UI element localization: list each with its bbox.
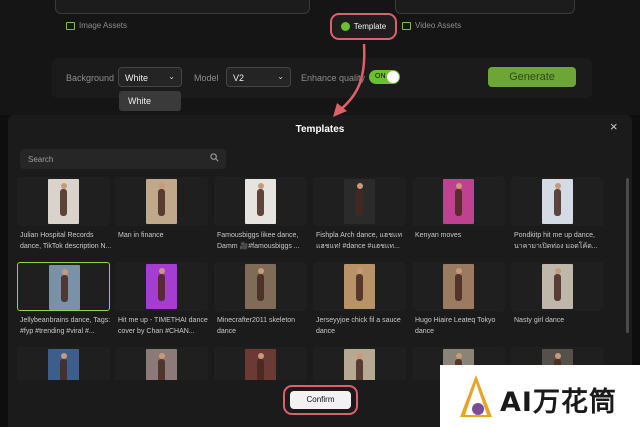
model-value: V2 <box>233 73 245 83</box>
kaleidoscope-logo-icon <box>460 375 492 417</box>
template-button[interactable]: Template <box>330 13 397 40</box>
dancer-figure <box>554 274 561 301</box>
dancer-figure <box>455 274 462 301</box>
dancer-figure <box>455 189 462 216</box>
chevron-down-icon: ⌄ <box>277 72 284 81</box>
template-thumbnail <box>511 177 604 226</box>
template-caption: Jellybeanbrains dance, Tags: #fyp #trend… <box>20 317 111 335</box>
generate-button[interactable]: Generate <box>488 67 576 87</box>
template-thumbnail <box>214 177 307 226</box>
template-caption: Minecrafter2011 skeleton dance <box>217 317 296 335</box>
template-thumbnail <box>115 262 208 311</box>
dancer-figure <box>356 189 363 216</box>
dancer-figure <box>257 189 264 216</box>
template-thumbnail <box>17 177 110 226</box>
confirm-button[interactable]: Confirm <box>283 385 358 415</box>
template-caption: Hugo Hiaire Leateq Tokyo dance <box>415 317 496 335</box>
background-select[interactable]: White ⌄ <box>118 67 182 87</box>
editor-panel: Image Assets Template Video Assets Backg… <box>0 0 640 115</box>
template-caption: Hit me up - TIMETHAI dance cover by Chan… <box>118 317 208 335</box>
template-thumbnail <box>17 262 110 311</box>
image-upload-box[interactable] <box>55 0 310 14</box>
background-label: Background <box>66 73 115 83</box>
enhance-quality-label: Enhance quality <box>301 73 366 83</box>
template-thumbnail <box>412 177 505 226</box>
background-option-white[interactable]: White <box>119 91 181 111</box>
chevron-down-icon: ⌄ <box>168 72 175 81</box>
video-assets-tab[interactable]: Video Assets <box>402 21 461 30</box>
template-thumbnail <box>313 262 406 311</box>
template-label: Template <box>353 22 387 31</box>
folder-icon <box>66 21 75 30</box>
template-caption: Kenyan moves <box>415 232 462 239</box>
video-assets-label: Video Assets <box>415 21 462 30</box>
dancer-figure <box>158 189 165 216</box>
folder-icon <box>402 21 411 30</box>
dancer-figure <box>158 274 165 301</box>
template-icon <box>340 22 350 31</box>
enhance-quality-toggle[interactable]: ON <box>369 70 400 84</box>
model-label: Model <box>194 73 219 83</box>
template-caption: Fishpla Arch dance, แฮชแท แฮชแท! #dance … <box>316 232 403 250</box>
scrollbar[interactable] <box>626 178 629 333</box>
toggle-knob <box>387 71 399 83</box>
watermark-text: AI万花筒 <box>500 387 617 418</box>
search-placeholder: Search <box>28 155 54 164</box>
dancer-figure <box>356 274 363 301</box>
image-assets-label: Image Assets <box>79 21 128 30</box>
template-thumbnail <box>511 262 604 311</box>
watermark-logo: AI万花筒 <box>440 365 640 427</box>
template-thumbnail <box>313 177 406 226</box>
search-input[interactable]: Search <box>20 149 226 169</box>
background-value: White <box>125 73 149 83</box>
image-assets-tab[interactable]: Image Assets <box>66 21 127 30</box>
dancer-figure <box>61 275 68 302</box>
template-thumbnail <box>115 177 208 226</box>
modal-title: Templates <box>295 124 345 135</box>
model-select[interactable]: V2 ⌄ <box>226 67 291 87</box>
template-thumbnail <box>214 262 307 311</box>
template-caption: Jerseyyjoe chick fil a sauce dance <box>316 317 401 335</box>
confirm-label: Confirm <box>290 391 351 409</box>
toggle-state-text: ON <box>375 73 386 80</box>
template-thumbnail <box>412 262 505 311</box>
search-icon <box>210 153 219 162</box>
dancer-figure <box>60 189 67 216</box>
template-caption: Famousbiggs likee dance, Damm 🎥#famousbi… <box>217 232 300 250</box>
close-icon[interactable]: × <box>610 119 618 134</box>
dancer-figure <box>554 189 561 216</box>
dancer-figure <box>257 274 264 301</box>
template-caption: Pondkitp hit me up dance, นาคามาเปิดท่อง… <box>514 232 598 250</box>
template-caption: Julian Hospital Records dance, TikTok de… <box>20 232 112 250</box>
template-caption: Man in finance <box>118 232 164 239</box>
template-caption: Nasty girl dance <box>514 317 565 324</box>
video-upload-box[interactable] <box>395 0 575 14</box>
